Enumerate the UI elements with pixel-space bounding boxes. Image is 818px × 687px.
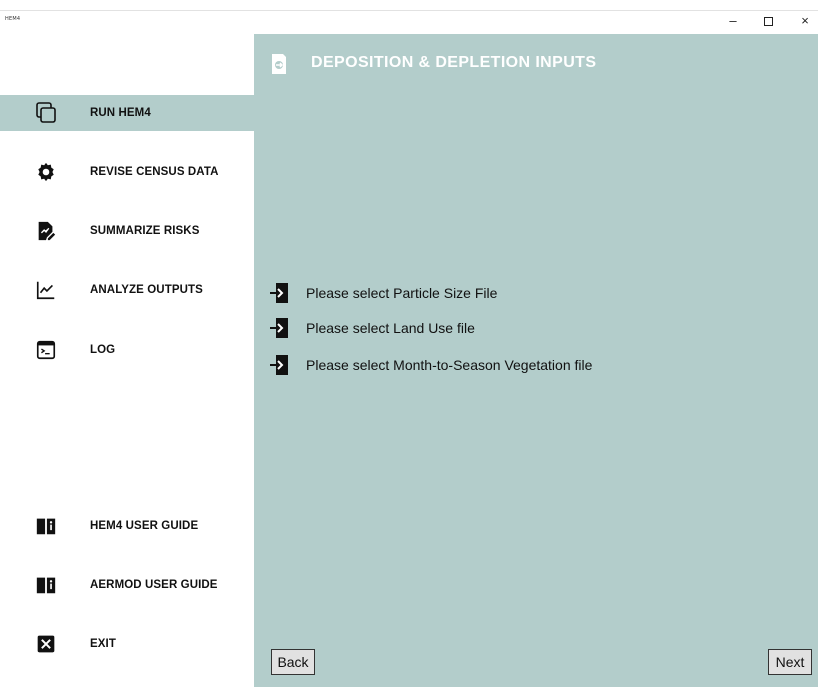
sidebar-item-label: ANALYZE OUTPUTS [90, 284, 203, 296]
maximize-icon [763, 17, 773, 27]
file-edit-icon [34, 219, 58, 243]
gear-icon [34, 160, 58, 184]
next-button[interactable]: Next [768, 649, 812, 675]
land-use-file-selector[interactable]: Please select Land Use file [268, 317, 475, 339]
sidebar-item-analyze-outputs[interactable]: ANALYZE OUTPUTS [0, 272, 254, 308]
app-title: HEM4 [5, 16, 21, 22]
sidebar-item-exit[interactable]: EXIT [0, 626, 254, 662]
close-box-icon [34, 632, 58, 656]
page-title: DEPOSITION & DEPLETION INPUTS [311, 54, 597, 71]
titlebar-divider [0, 10, 818, 11]
book-info-icon [34, 514, 58, 538]
file-import-icon [270, 54, 288, 74]
maximize-button[interactable] [757, 10, 779, 32]
book-info-icon [34, 573, 58, 597]
particle-size-file-selector[interactable]: Please select Particle Size File [268, 282, 497, 304]
minimize-button[interactable]: – [722, 10, 744, 32]
copy-icon [34, 101, 58, 125]
file-import-icon [268, 355, 290, 375]
terminal-icon [34, 338, 58, 362]
file-selector-label: Please select Land Use file [306, 320, 475, 336]
sidebar-item-summarize-risks[interactable]: SUMMARIZE RISKS [0, 213, 254, 249]
sidebar-item-label: EXIT [90, 638, 116, 650]
sidebar-item-hem4-user-guide[interactable]: HEM4 USER GUIDE [0, 508, 254, 544]
sidebar-item-label: SUMMARIZE RISKS [90, 225, 200, 237]
line-chart-icon [34, 278, 58, 302]
back-button[interactable]: Back [271, 649, 315, 675]
window-titlebar: HEM4 – × [0, 0, 818, 34]
sidebar: RUN HEM4 REVISE CENSUS DATA SUMMARIZE RI… [0, 34, 254, 687]
file-selector-label: Please select Month-to-Season Vegetation… [306, 357, 593, 373]
file-selector-label: Please select Particle Size File [306, 285, 498, 301]
vegetation-file-selector[interactable]: Please select Month-to-Season Vegetation… [268, 354, 592, 376]
sidebar-item-run-hem4[interactable]: RUN HEM4 [0, 95, 254, 131]
sidebar-item-label: RUN HEM4 [90, 107, 151, 119]
sidebar-item-label: REVISE CENSUS DATA [90, 166, 219, 178]
sidebar-item-revise-census-data[interactable]: REVISE CENSUS DATA [0, 154, 254, 190]
sidebar-item-aermod-user-guide[interactable]: AERMOD USER GUIDE [0, 567, 254, 603]
sidebar-item-label: HEM4 USER GUIDE [90, 520, 199, 532]
sidebar-item-label: AERMOD USER GUIDE [90, 579, 218, 591]
file-import-icon [268, 283, 290, 303]
file-import-icon [268, 318, 290, 338]
sidebar-item-label: LOG [90, 344, 116, 356]
close-button[interactable]: × [794, 10, 816, 32]
main-panel: DEPOSITION & DEPLETION INPUTS Please sel… [254, 34, 818, 687]
sidebar-item-log[interactable]: LOG [0, 332, 254, 368]
